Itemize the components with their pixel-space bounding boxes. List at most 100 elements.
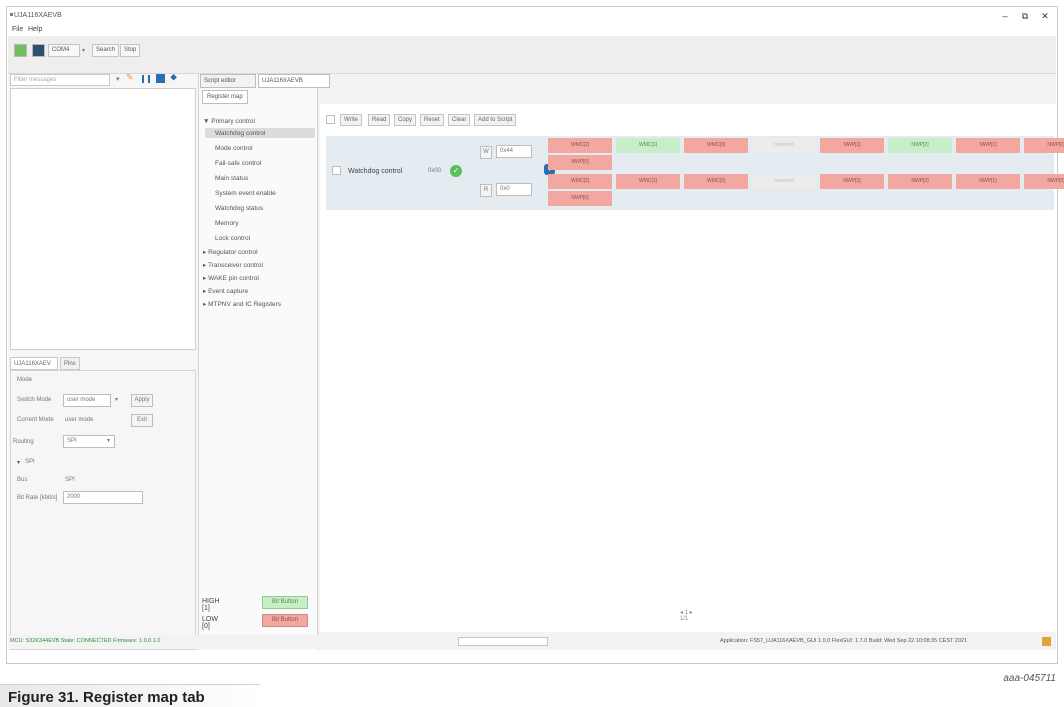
chevron-down-icon[interactable]: ▾	[82, 47, 85, 54]
tree-item-memory[interactable]: Memory	[215, 220, 238, 227]
bit-button[interactable]: NWP[3]	[820, 174, 884, 189]
routing-label: Routing	[13, 439, 34, 445]
save-icon[interactable]	[156, 74, 165, 83]
menu-help[interactable]: Help	[28, 26, 42, 33]
tab-device-view[interactable]: UJA116XAEVB	[258, 74, 330, 88]
tree-item-lock-control[interactable]: Lock control	[215, 235, 250, 242]
tree-item-watchdog-control[interactable]: Watchdog control	[215, 130, 265, 137]
register-map-view: Write Read Copy Reset Clear Add to Scrip…	[320, 104, 1064, 632]
tree-mtpnv-ic-registers[interactable]: ▸ MTPNV and IC Registers	[203, 300, 281, 308]
reset-button[interactable]: Reset	[420, 114, 444, 126]
chevron-down-icon[interactable]: ▾	[116, 75, 120, 83]
tree-item-watchdog-status[interactable]: Watchdog status	[215, 205, 263, 212]
app-window: UJA116XAEVB – ⧉ ✕ File Help COM4 ▾ Searc…	[8, 8, 1064, 650]
tree-item-main-status[interactable]: Main status	[215, 175, 248, 182]
app-icon	[10, 13, 13, 16]
bitrate-input[interactable]: 2000	[63, 491, 143, 504]
tree-regulator-control[interactable]: ▸ Regulator control	[203, 248, 258, 256]
mode-legend: Mode	[17, 377, 33, 383]
tab-register-map[interactable]: Register map	[202, 90, 248, 104]
apply-button[interactable]: Apply	[131, 394, 153, 407]
progress-bar	[458, 637, 548, 646]
register-tree: ▼ Primary control Watchdog control Mode …	[198, 74, 318, 650]
search-button[interactable]: Search	[92, 44, 120, 57]
register-name: Watchdog control	[348, 168, 403, 175]
tree-item-system-event-enable[interactable]: System event enable	[215, 190, 276, 197]
write-value-input[interactable]: 0x44	[496, 145, 532, 158]
tree-wake-pin-control[interactable]: ▸ WAKE pin control	[203, 274, 259, 282]
bit-button[interactable]: reserved	[752, 138, 816, 153]
pager-count: 1/1	[680, 616, 689, 622]
close-icon[interactable]: ✕	[1038, 10, 1052, 22]
connect-icon[interactable]	[14, 44, 27, 57]
low-label: LOW [0]	[202, 616, 218, 630]
copy-button[interactable]: Copy	[394, 114, 417, 126]
status-ok-icon: ✓	[450, 165, 462, 177]
bit-button[interactable]: WMC[1]	[616, 138, 680, 153]
bit-button[interactable]: NWP[1]	[956, 138, 1020, 153]
window-title: UJA116XAEVB	[14, 12, 62, 19]
left-panel: Filter messages ▾ ✎ ⯁ UJA116XAEV Pins Mo…	[8, 72, 198, 650]
tab-device[interactable]: UJA116XAEV	[10, 357, 58, 370]
bit-button[interactable]: NWP[3]	[820, 138, 884, 153]
broom-icon[interactable]: ✎	[126, 72, 136, 84]
bit-button[interactable]: WMC[2]	[548, 174, 612, 189]
stop-button[interactable]: Stop	[120, 44, 141, 57]
low-bit-button: Bit Button	[262, 614, 308, 627]
message-list[interactable]	[10, 88, 196, 350]
add-to-script-button[interactable]: Add to Script	[474, 114, 517, 126]
exit-button[interactable]: Exit	[131, 414, 153, 427]
collapse-icon[interactable]: ▾	[17, 459, 20, 466]
write-value-button[interactable]: W	[480, 146, 492, 159]
read-value-field: 0x0	[496, 183, 532, 196]
port-select[interactable]: COM4	[48, 44, 80, 57]
bit-button[interactable]: WMC[2]	[548, 138, 612, 153]
settings-panel: Mode Switch Mode user mode ▾ Apply Curre…	[10, 370, 196, 650]
bus-value: SPI	[65, 477, 75, 483]
pin-icon[interactable]: ⯁	[170, 73, 177, 84]
filter-input[interactable]: Filter messages	[10, 74, 110, 86]
tree-transceiver-control[interactable]: ▸ Transceiver control	[203, 261, 263, 269]
status-bar: MCU: S32K344EVB State: CONNECTED Firmwar…	[8, 635, 1056, 649]
pause-icon[interactable]	[142, 75, 150, 83]
tree-primary-control[interactable]: ▼ Primary control	[203, 118, 255, 125]
tree-event-capture[interactable]: ▸ Event capture	[203, 287, 248, 295]
row-checkbox[interactable]	[332, 166, 341, 175]
read-button[interactable]: Read	[368, 114, 391, 126]
bit-button[interactable]: WMC[0]	[684, 174, 748, 189]
app-logo-icon	[1042, 637, 1051, 646]
tab-pins[interactable]: Pins	[60, 357, 80, 370]
chevron-down-icon[interactable]: ▾	[115, 396, 118, 403]
write-button[interactable]: Write	[340, 114, 362, 126]
register-row: Watchdog control 0x00 ✓ W 0x44 R 0x0 ? W…	[326, 136, 1064, 210]
pager: ◂ 1 ▸ 1/1	[680, 609, 693, 622]
select-all-checkbox[interactable]	[326, 115, 335, 124]
bit-button[interactable]: NWP[1]	[956, 174, 1020, 189]
bit-button[interactable]: WMC[0]	[684, 138, 748, 153]
chevron-down-icon[interactable]: ▾	[107, 437, 110, 444]
tree-item-failsafe-control[interactable]: Fail-safe control	[215, 160, 261, 167]
switch-mode-select[interactable]: user mode	[63, 394, 111, 407]
bit-button[interactable]: NWP[2]	[888, 174, 952, 189]
bit-button[interactable]: NWP[0]	[1024, 174, 1064, 189]
bit-button[interactable]: NWP[0]	[548, 155, 612, 170]
bit-button[interactable]: WMC[1]	[616, 174, 680, 189]
bit-button[interactable]: NWP[0]	[548, 191, 612, 206]
status-connection: MCU: S32K344EVB State: CONNECTED Firmwar…	[10, 638, 161, 644]
maximize-icon[interactable]: ⧉	[1018, 10, 1032, 22]
menu-file[interactable]: File	[12, 26, 23, 33]
minimize-icon[interactable]: –	[998, 10, 1012, 22]
tab-script-editor[interactable]: Script editor	[200, 74, 256, 88]
title-bar: UJA116XAEVB – ⧉ ✕	[8, 8, 1056, 24]
current-mode-value: user mode	[65, 417, 94, 423]
caption-area: Figure 31. Register map tab	[0, 674, 1064, 707]
clear-button[interactable]: Clear	[448, 114, 471, 126]
read-value-button[interactable]: R	[480, 184, 492, 197]
menu-bar: File Help	[8, 24, 1056, 36]
switch-mode-label: Switch Mode	[17, 397, 52, 403]
bit-button[interactable]: NWP[2]	[888, 138, 952, 153]
bit-button[interactable]: NWP[0]	[1024, 138, 1064, 153]
bit-button[interactable]: reserved	[752, 174, 816, 189]
tree-item-mode-control[interactable]: Mode control	[215, 145, 253, 152]
current-mode-label: Current Mode	[17, 417, 54, 423]
